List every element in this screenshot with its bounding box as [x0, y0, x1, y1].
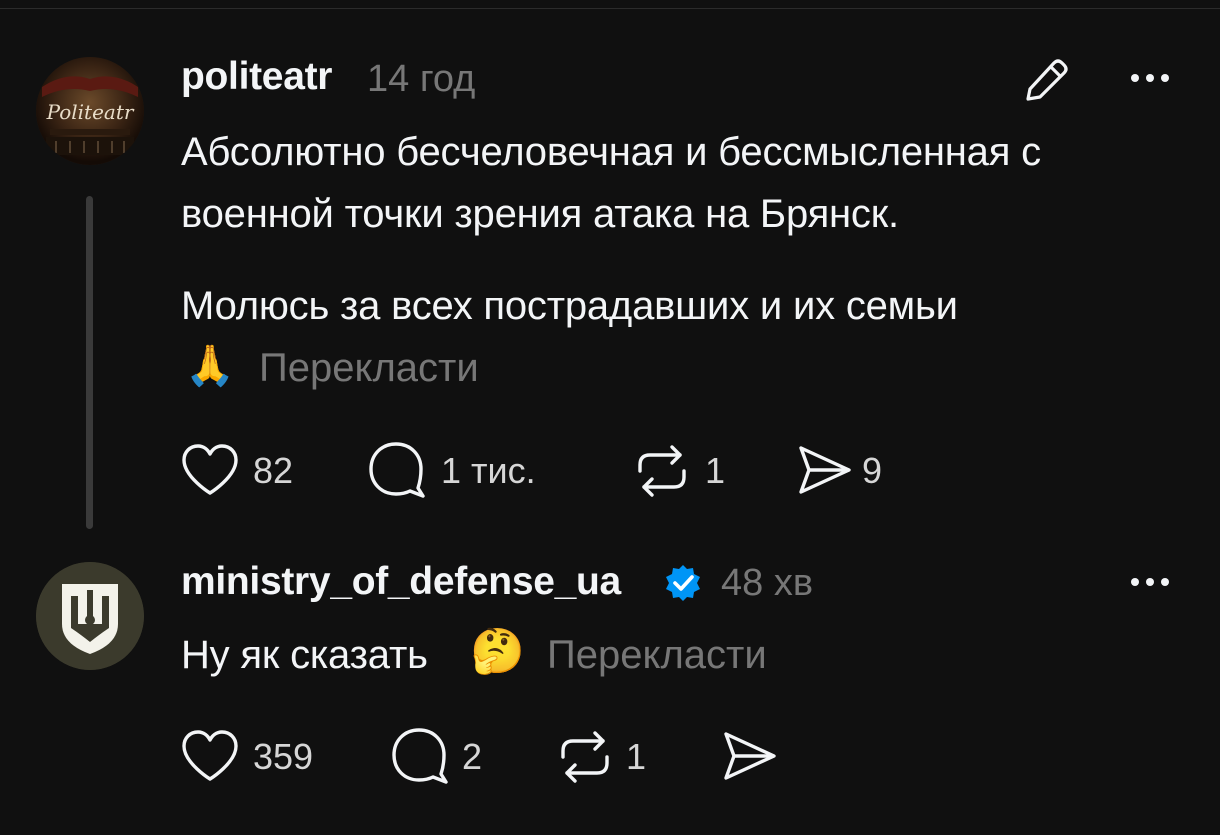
post-body-line: военной точки зрения атака на Брянск.	[181, 192, 899, 236]
post-body-line: Абсолютно бесчеловечная и бессмысленная …	[181, 130, 1041, 174]
post-username[interactable]: politeatr	[181, 55, 332, 99]
comment-icon[interactable]	[389, 726, 451, 786]
comment-icon[interactable]	[366, 440, 428, 500]
avatar-logo-text: Politeatr	[46, 100, 135, 124]
pray-emoji: 🙏	[185, 344, 235, 388]
post-username[interactable]: ministry_of_defense_ua	[181, 560, 621, 604]
share-count: 9	[862, 450, 883, 491]
avatar-politeatr[interactable]: Politeatr	[36, 57, 144, 165]
repost-count: 1	[626, 736, 647, 777]
thinking-emoji: 🤔	[470, 627, 525, 676]
repost-icon[interactable]	[632, 443, 692, 499]
repost-icon[interactable]	[555, 729, 615, 785]
post-body-line: Молюсь за всех пострадавших и их семьи	[181, 284, 958, 328]
avatar-politeatr-image: Politeatr	[36, 57, 144, 165]
avatar-ministry-of-defense[interactable]	[36, 562, 144, 670]
share-icon[interactable]	[720, 730, 780, 782]
like-count: 359	[253, 736, 314, 777]
translate-link[interactable]: Перекласти	[547, 633, 767, 678]
threads-feed: Politeatr politeatr 14 год Абсолютно бес…	[0, 0, 1220, 835]
share-icon[interactable]	[795, 444, 855, 496]
post-timestamp: 14 год	[367, 58, 476, 100]
heart-icon[interactable]	[180, 442, 240, 498]
like-count: 82	[253, 450, 294, 491]
verified-badge-icon	[662, 562, 704, 604]
post-body: Ну як сказать	[181, 633, 428, 677]
translate-link[interactable]: Перекласти	[259, 346, 479, 391]
pencil-icon[interactable]	[1018, 54, 1072, 104]
post-timestamp: 48 хв	[721, 562, 814, 604]
more-icon[interactable]	[1131, 578, 1169, 586]
comment-count: 2	[462, 736, 483, 777]
top-divider	[0, 8, 1220, 9]
trident-emblem-icon	[36, 562, 144, 670]
more-icon[interactable]	[1131, 74, 1169, 82]
heart-icon[interactable]	[180, 728, 240, 784]
repost-count: 1	[705, 450, 726, 491]
thread-line	[86, 196, 93, 529]
comment-count: 1 тис.	[441, 450, 536, 491]
